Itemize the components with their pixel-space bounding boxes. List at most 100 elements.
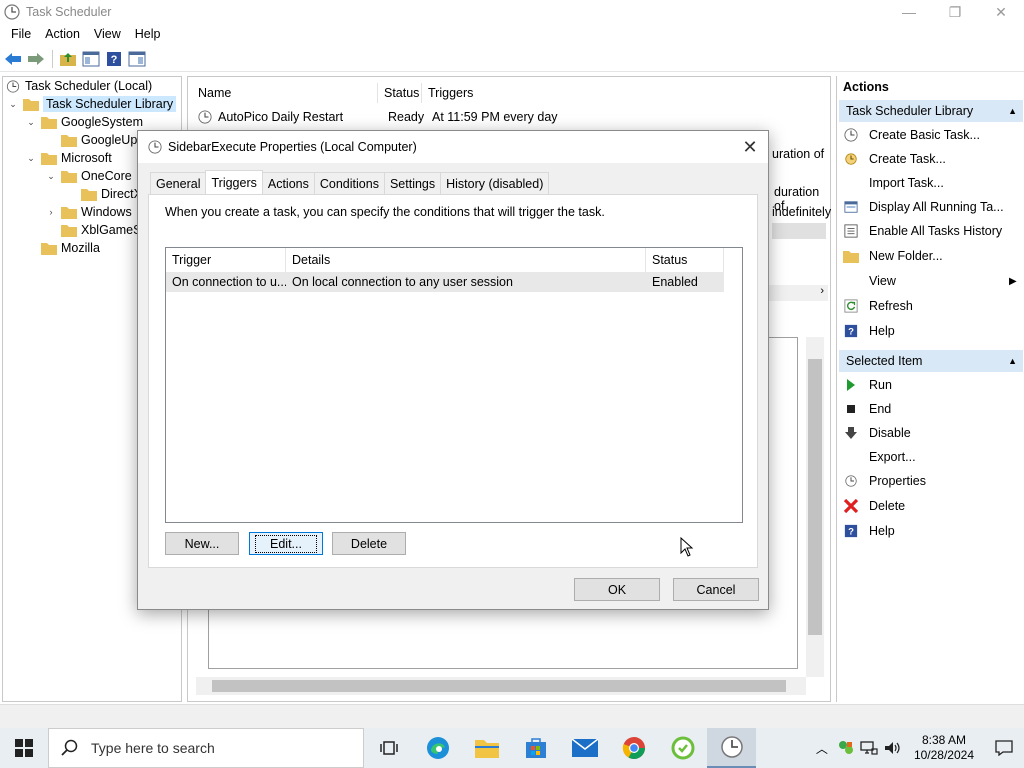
chrome-app[interactable] <box>609 728 658 768</box>
action-disable[interactable]: Disable <box>843 422 911 444</box>
up-folder-button[interactable] <box>57 48 79 70</box>
start-button[interactable] <box>0 728 48 768</box>
action-end[interactable]: End <box>843 398 891 420</box>
mail-icon <box>571 739 598 757</box>
column-header-details[interactable]: Details <box>286 248 646 272</box>
tree-item-windows[interactable]: › Windows <box>45 203 132 221</box>
menu-view[interactable]: View <box>87 27 128 41</box>
green-app[interactable] <box>658 728 707 768</box>
trigger-row[interactable]: On connection to u... On local connectio… <box>166 272 724 292</box>
collapse-icon[interactable]: ▲ <box>1008 106 1017 116</box>
column-header-triggers[interactable]: Triggers <box>422 83 822 103</box>
volume-icon[interactable] <box>884 740 902 756</box>
tab-triggers[interactable]: Triggers <box>205 170 263 194</box>
section-selected-item[interactable]: Selected Item ▲ <box>839 350 1023 372</box>
button-label: Cancel <box>696 582 736 597</box>
tree-item-task-scheduler-library[interactable]: ⌄ Task Scheduler Library <box>7 95 177 113</box>
action-display-running[interactable]: Display All Running Ta... <box>843 196 1004 218</box>
column-header-status[interactable]: Status <box>378 83 422 103</box>
task-view-button[interactable] <box>364 728 413 768</box>
task-row[interactable]: AutoPico Daily Restart Ready At 11:59 PM… <box>192 107 558 127</box>
new-trigger-button[interactable]: New... <box>165 532 239 555</box>
create-basic-task-icon <box>843 127 859 143</box>
action-import-task[interactable]: Import Task... <box>843 172 944 194</box>
column-header-name[interactable]: Name <box>192 83 378 103</box>
tab-history[interactable]: History (disabled) <box>440 172 550 194</box>
minimize-button[interactable]: — <box>886 0 932 24</box>
action-properties[interactable]: Properties <box>843 470 926 492</box>
tree-item-microsoft[interactable]: ⌄ Microsoft <box>25 149 111 167</box>
action-new-folder[interactable]: New Folder... <box>843 245 943 267</box>
mail-app[interactable] <box>560 728 609 768</box>
action-create-basic-task[interactable]: Create Basic Task... <box>843 124 980 146</box>
cancel-button[interactable]: Cancel <box>673 578 759 601</box>
column-header-status[interactable]: Status <box>646 248 724 272</box>
store-app[interactable] <box>511 728 560 768</box>
ok-button[interactable]: OK <box>574 578 660 601</box>
taskbar: Type here to search ︿ 8:38 AM 10/28/2024 <box>0 728 1024 768</box>
chevron-down-icon[interactable]: ⌄ <box>7 99 19 110</box>
tree-item-googleup[interactable]: GoogleUp <box>61 131 137 149</box>
column-header-trigger[interactable]: Trigger <box>166 248 286 272</box>
tab-conditions[interactable]: Conditions <box>313 172 385 194</box>
taskbar-search[interactable]: Type here to search <box>48 728 364 768</box>
edit-trigger-button[interactable]: Edit... <box>249 532 323 555</box>
button-label: Edit... <box>255 534 317 553</box>
tab-actions[interactable]: Actions <box>261 172 315 194</box>
edge-icon <box>426 737 449 759</box>
show-hide-console-tree-button[interactable] <box>80 48 102 70</box>
action-run[interactable]: Run <box>843 374 892 396</box>
chevron-down-icon[interactable]: ⌄ <box>45 171 57 182</box>
back-button[interactable] <box>2 48 24 70</box>
dialog-close-button[interactable]: ✕ <box>738 135 762 159</box>
edge-app[interactable] <box>413 728 462 768</box>
notification-center-button[interactable] <box>984 728 1024 768</box>
triggers-list[interactable]: Trigger Details Status On connection to … <box>165 247 743 523</box>
history-icon <box>843 223 859 239</box>
action-view[interactable]: View ▶ <box>843 270 1021 292</box>
clock[interactable]: 8:38 AM 10/28/2024 <box>914 733 974 763</box>
forward-button[interactable] <box>25 48 47 70</box>
tree-item-task-scheduler-local[interactable]: Task Scheduler (Local) <box>5 77 152 95</box>
chevron-right-icon[interactable]: › <box>45 207 57 217</box>
menu-file[interactable]: File <box>4 27 38 41</box>
action-delete[interactable]: Delete <box>843 495 905 517</box>
button-label: OK <box>607 582 627 597</box>
tab-general[interactable]: General <box>150 172 207 194</box>
tree-item-mozilla[interactable]: Mozilla <box>41 239 100 257</box>
task-scheduler-app[interactable] <box>707 728 756 768</box>
network-icon[interactable] <box>860 740 878 756</box>
chevron-up-icon[interactable]: ︿ <box>816 740 828 757</box>
file-explorer-app[interactable] <box>462 728 511 768</box>
scroll-right-arrow-icon[interactable]: › <box>820 285 824 297</box>
tree-item-onecore[interactable]: ⌄ OneCore <box>45 167 132 185</box>
action-help[interactable]: ? Help <box>843 320 895 342</box>
section-task-scheduler-library[interactable]: Task Scheduler Library ▲ <box>839 100 1023 122</box>
collapse-icon[interactable]: ▲ <box>1008 356 1017 366</box>
tree-item-xblgames[interactable]: XblGameS <box>61 221 141 239</box>
tray-app-icon[interactable] <box>838 740 854 756</box>
chevron-down-icon[interactable]: ⌄ <box>25 153 37 164</box>
delete-trigger-button[interactable]: Delete <box>332 532 406 555</box>
action-enable-history[interactable]: Enable All Tasks History <box>843 220 1002 242</box>
action-refresh[interactable]: Refresh <box>843 295 913 317</box>
actions-pane: Actions Task Scheduler Library ▲ Create … <box>836 76 1024 702</box>
help-toolbar-button[interactable]: ? <box>103 48 125 70</box>
tree-item-directx[interactable]: DirectX <box>81 185 142 203</box>
tree-item-googlesystem[interactable]: ⌄ GoogleSystem <box>25 113 143 131</box>
action-label: Help <box>869 324 895 338</box>
show-hide-action-pane-button[interactable] <box>126 48 148 70</box>
background-text: indefinitely <box>772 205 832 219</box>
action-export[interactable]: Export... <box>843 446 916 468</box>
menu-action[interactable]: Action <box>38 27 87 41</box>
chevron-down-icon[interactable]: ⌄ <box>25 117 37 128</box>
tab-settings[interactable]: Settings <box>383 172 442 194</box>
horizontal-scrollbar-thumb[interactable] <box>212 680 786 692</box>
menu-help[interactable]: Help <box>128 27 168 41</box>
restore-button[interactable]: ❐ <box>932 0 978 24</box>
action-help-selected[interactable]: ? Help <box>843 520 895 542</box>
action-create-task[interactable]: Create Task... <box>843 148 946 170</box>
close-button[interactable]: ✕ <box>978 0 1024 24</box>
task-name: AutoPico Daily Restart <box>218 110 344 124</box>
vertical-scrollbar-thumb[interactable] <box>808 359 822 635</box>
